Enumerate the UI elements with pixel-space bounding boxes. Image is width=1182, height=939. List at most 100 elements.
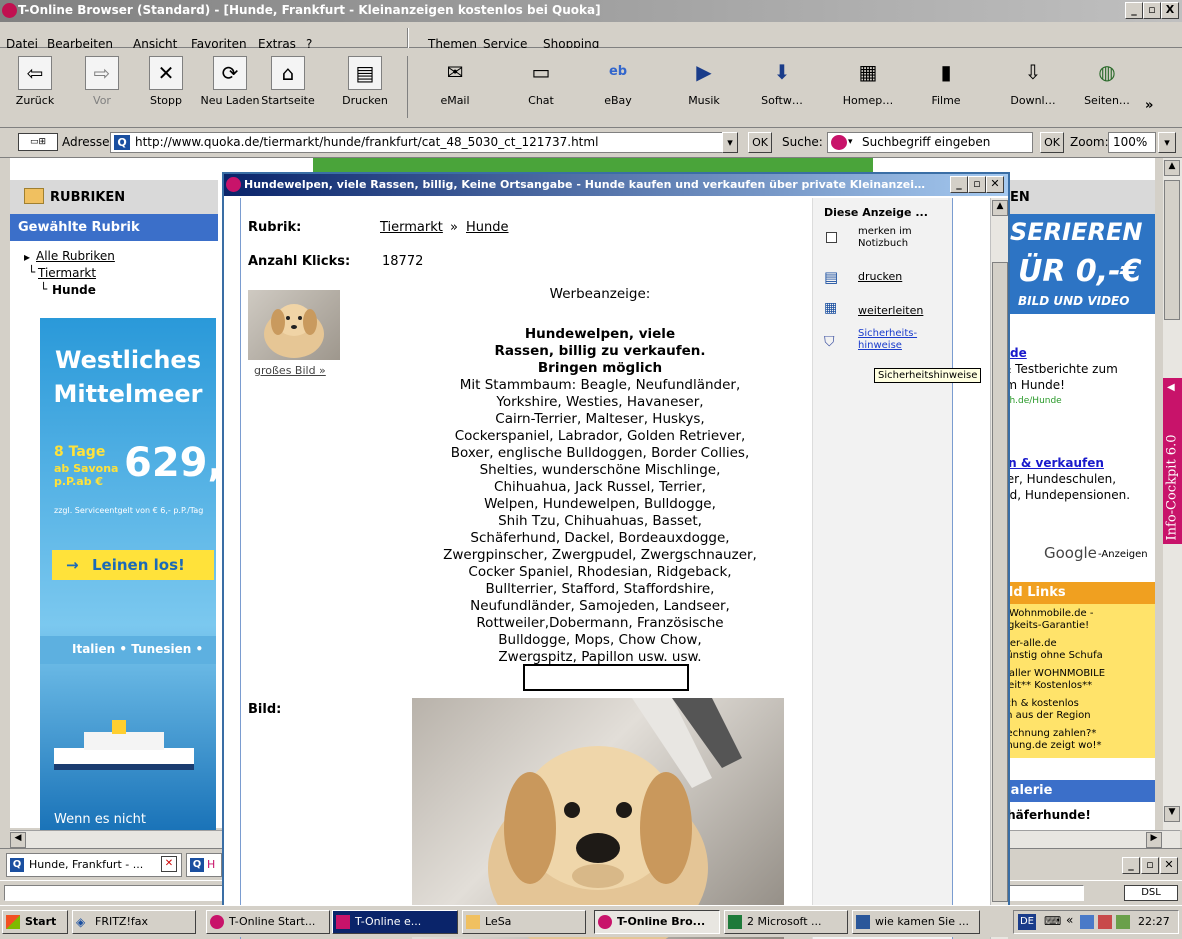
email-button[interactable]: ✉ eMail [425,56,485,107]
right-link-2[interactable]: en & verkaufen [1000,456,1104,470]
close-button[interactable]: X [1161,2,1179,19]
gold-links-box: old Links F-Wohnmobile.de - sigkeits-Gar… [998,582,1155,758]
app-tray-icon[interactable] [1116,915,1130,929]
films-button[interactable]: ▮ Filme [916,56,976,107]
start-button[interactable]: Start [2,910,68,934]
grosses-bild-link[interactable]: großes Bild » [254,364,326,377]
scroll-down-icon[interactable]: ▼ [1164,806,1180,822]
gold-item[interactable]: F aller WOHNMOBILE [1000,668,1105,679]
gold-item[interactable]: F-Wohnmobile.de - [1000,608,1093,619]
search-placeholder: Suchbegriff eingeben [862,135,991,149]
ebay-button[interactable]: eb eBay [588,56,648,107]
drucken-link[interactable]: drucken [858,270,902,283]
gold-item[interactable]: lich & kostenlos [1000,698,1079,709]
gold-item[interactable]: günstig ohne Schufa [1000,650,1103,661]
link-tiermarkt[interactable]: Tiermarkt [38,266,96,280]
address-bar: ▭⊞ Adresse Q http://www.quoka.de/tiermar… [0,128,1182,158]
link-alle-rubriken[interactable]: Alle Rubriken [36,249,115,263]
page-scrollbar[interactable]: ▲ [1163,158,1182,378]
gold-item[interactable]: en aus der Region [1000,710,1091,721]
puppy-thumbnail[interactable] [248,290,340,360]
security-icon[interactable] [1098,915,1112,929]
rubrik-link-tiermarkt[interactable]: Tiermarkt [380,220,443,235]
ad-headline-2: Mittelmeer [53,380,203,408]
cruise-ad[interactable]: Westliches Mittelmeer 8 Tage ab Savona p… [40,318,239,830]
tray-expand-icon[interactable]: « [1066,913,1073,927]
url-dropdown-arrow[interactable]: ▾ [722,132,738,153]
doc-restore-button[interactable]: ▫ [1141,857,1159,874]
quoka-favicon-icon: Q [10,858,24,872]
search-ok-button[interactable]: OK [1040,132,1064,153]
url-input[interactable]: Q http://www.quoka.de/tiermarkt/hunde/fr… [110,132,738,153]
task-lesa[interactable]: LeSa [462,910,586,934]
scroll-up-icon[interactable]: ▲ [1164,160,1180,176]
keyboard-icon[interactable]: ⌨ [1044,914,1061,928]
gold-item[interactable]: Rechnung zahlen?* [1000,728,1096,739]
home-button[interactable]: ⌂ Startseite [258,56,318,107]
chat-button[interactable]: ▭ Chat [511,56,571,107]
address-toggle-icon[interactable]: ▭⊞ [18,133,58,151]
forward-button[interactable]: ⇨ Vor [72,56,132,107]
stop-button[interactable]: ✕ Stopp [136,56,196,107]
tab-close-icon[interactable]: ✕ [161,856,177,872]
maximize-button[interactable]: ▫ [1143,2,1161,19]
minimize-button[interactable]: _ [1125,2,1143,19]
task-microsoft[interactable]: 2 Microsoft ... [724,910,848,934]
pages-button[interactable]: ◍ Seiten… [1077,56,1137,107]
doc-close-button[interactable]: ✕ [1160,857,1178,874]
rubrik-link-hunde[interactable]: Hunde [466,220,509,235]
gold-item[interactable]: sigkeits-Garantie! [1000,620,1089,631]
task-wie-kamen[interactable]: wie kamen Sie ... [852,910,980,934]
tab-hunde-frankfurt[interactable]: Q Hunde, Frankfurt - ... ✕ [6,853,182,877]
zoom-select[interactable]: 100% [1108,132,1156,153]
ad-headline-1: Westliches [55,346,201,374]
zoom-dropdown-arrow[interactable]: ▾ [1158,132,1176,153]
tab-second[interactable]: Q H [186,853,222,877]
search-provider-dropdown-icon[interactable]: ▾ [848,133,853,152]
print-button[interactable]: ▤ Drucken [335,56,395,107]
downloads-button[interactable]: ⇩ Downl… [1003,56,1063,107]
sicherheit-link-2[interactable]: hinweise [858,340,902,351]
software-button[interactable]: ⬇ Softw… [752,56,812,107]
popup-scroll-thumb[interactable] [992,262,1008,902]
toolbar-more-chevron[interactable]: » [1145,98,1153,113]
right-url-1[interactable]: ich.de/Hunde [1002,396,1062,406]
ad-body-line: Mit Stammbaum: Beagle, Neufundländer, [459,377,741,393]
sicherheit-link-1[interactable]: Sicherheits- [858,328,917,339]
right-banner[interactable]: SERIEREN ÜR 0,-€ BILD UND VIDEO [998,214,1155,314]
task-tonline-e[interactable]: T-Online e... [332,910,458,934]
task-tonline-start[interactable]: T-Online Start... [206,910,330,934]
music-button[interactable]: ▶ Musik [674,56,734,107]
reload-button[interactable]: ⟳ Neu Laden [200,56,260,107]
scroll-thumb[interactable] [1164,180,1180,320]
page-scrollbar-lower[interactable]: ▼ [1163,544,1182,830]
homepage-button[interactable]: ▦ Homep… [838,56,898,107]
ad-cta-button[interactable]: → Leinen los! [52,550,214,580]
network-icon[interactable] [1080,915,1094,929]
back-button[interactable]: ⇦ Zurück [5,56,65,107]
scroll-right-icon[interactable]: ▶ [1146,832,1162,848]
popup-scrollbar[interactable]: ▲ [990,198,1008,939]
popup-close-button[interactable]: ✕ [986,176,1004,193]
gold-item[interactable]: hnung.de zeigt wo!* [1000,740,1102,751]
task-fritzfax[interactable]: ◈ FRITZ!fax [72,910,196,934]
right-link-1[interactable]: de [1010,346,1027,360]
right-text-1a: & Testberichte zum [1002,362,1118,376]
scroll-left-icon[interactable]: ◀ [10,832,26,848]
language-indicator[interactable]: DE [1018,914,1036,930]
url-ok-button[interactable]: OK [748,132,772,153]
gold-item[interactable]: weit** Kostenlos** [1000,680,1092,691]
search-input[interactable]: ▾ Suchbegriff eingeben [827,132,1033,153]
doc-minimize-button[interactable]: _ [1122,857,1140,874]
info-cockpit-tab[interactable]: ◀ Info-Cockpit 6.0 [1163,378,1182,544]
merken-checkbox[interactable] [826,232,837,243]
merken-label: merken im Notizbuch [858,226,912,249]
popup-scroll-up-icon[interactable]: ▲ [992,200,1008,216]
search-provider-icon [831,135,847,150]
task-tonline-browser[interactable]: T-Online Bro... [594,910,720,934]
popup-maximize-button[interactable]: ▫ [968,176,986,193]
ad-body-line: Bullterrier, Stafford, Staffordshire, [485,581,715,597]
galerie-item[interactable]: chäferhunde! [1000,808,1091,822]
popup-minimize-button[interactable]: _ [950,176,968,193]
weiterleiten-link[interactable]: weiterleiten [858,304,923,317]
